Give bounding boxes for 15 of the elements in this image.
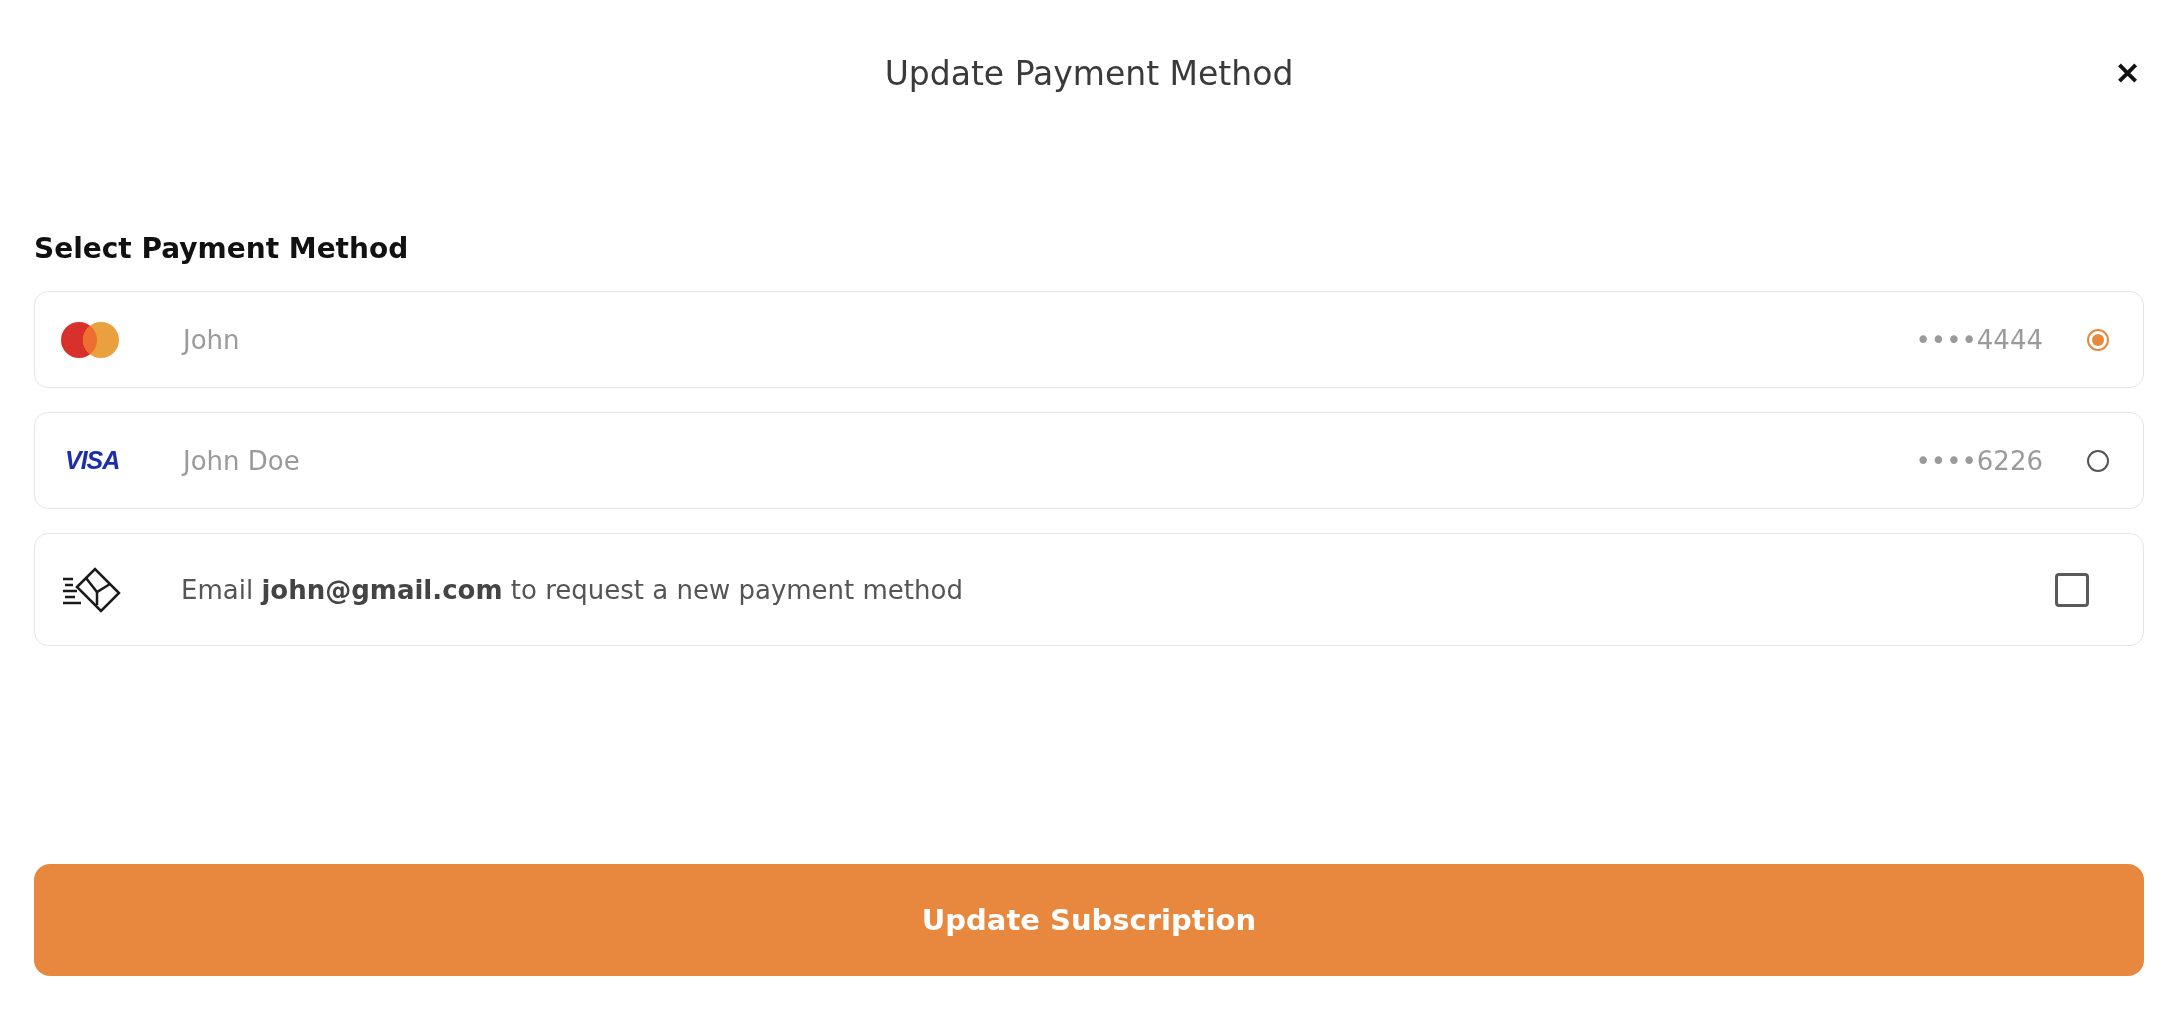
- checkbox[interactable]: [2055, 572, 2089, 607]
- close-button[interactable]: ✕: [2111, 51, 2144, 95]
- card-logo: VISA: [64, 446, 120, 475]
- radio-button[interactable]: [2087, 449, 2109, 472]
- payment-option[interactable]: VISA John Doe ••••6226: [34, 412, 2144, 509]
- card-number: ••••4444: [1915, 324, 2043, 355]
- card-number: ••••6226: [1915, 445, 2043, 476]
- dialog-title: Update Payment Method: [884, 53, 1294, 93]
- email-request-text: Email john@gmail.com to request a new payment method: [180, 574, 964, 605]
- section-title: Select Payment Method: [34, 232, 410, 265]
- email-option[interactable]: Email john@gmail.com to request a new payment method: [34, 533, 2144, 646]
- card-logo-icon: [61, 321, 119, 358]
- cardholder-name: John Doe: [180, 445, 301, 476]
- cardholder-name: John: [180, 324, 241, 355]
- radio-button[interactable]: [2087, 328, 2109, 351]
